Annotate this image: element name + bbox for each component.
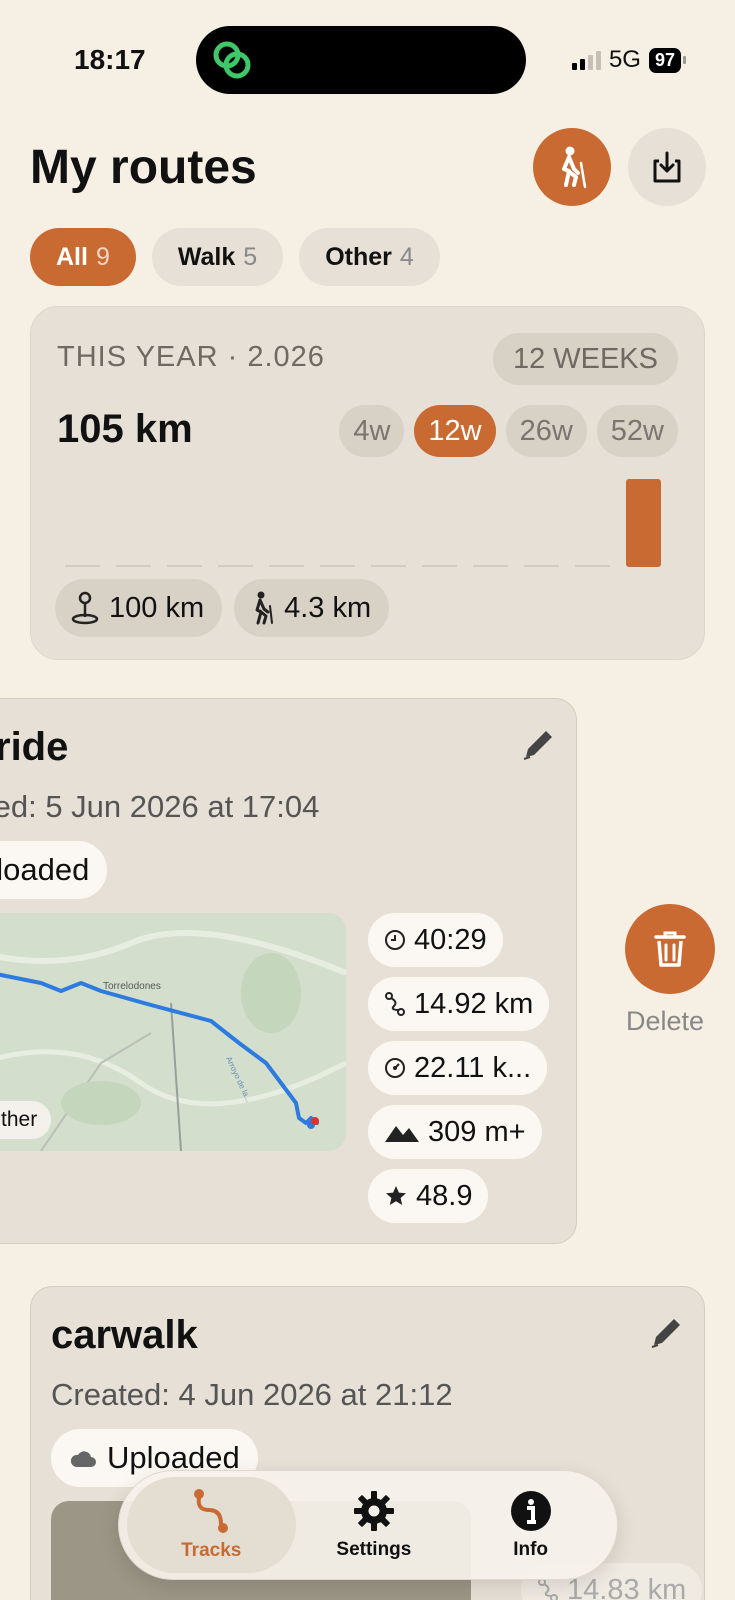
range-selector: 4w 12w 26w 52w [339,405,678,457]
pin-icon [71,591,99,625]
week-bar-empty [65,565,100,567]
filter-all[interactable]: All 9 [30,228,136,286]
week-bar [626,479,661,567]
week-bar-empty [473,565,508,567]
tab-bar: Tracks Settings Info [118,1470,618,1580]
filter-walk[interactable]: Walk 5 [151,228,284,286]
metric-value: 48.9 [416,1179,473,1212]
elevation-metric: 309 m+ [368,1105,542,1159]
filter-count: 4 [399,242,414,271]
mountain-icon [385,1126,419,1142]
filter-chips: All 9 Walk 5 Other 4 [30,228,440,286]
tab-label: Tracks [181,1540,242,1561]
metric-value: 14.92 km [414,987,534,1020]
filter-label: Other [325,242,392,271]
network-label: 5G [608,46,641,73]
route-name: ride [0,725,69,769]
week-bar-empty [575,565,610,567]
stats-card: THIS YEAR · 2.026 12 WEEKS 105 km 4w 12w… [30,306,705,660]
week-bar-empty [269,565,304,567]
tab-label: Settings [336,1539,412,1560]
walker-icon [255,591,274,625]
range-4w[interactable]: 4w [339,405,405,457]
filter-label: All [56,242,88,271]
range-52w[interactable]: 52w [596,405,678,457]
route-icon [538,1578,558,1600]
filter-count: 5 [243,242,258,271]
tab-settings[interactable]: Settings [296,1477,453,1573]
route-metrics: 40:29 14.92 km 22.11 k... 309 m+ 48.9 [368,913,550,1223]
weeks-badge: 12 WEEKS [492,333,678,385]
range-26w[interactable]: 26w [505,405,587,457]
week-bar-empty [320,565,355,567]
status-bar: 18:17 5G 97 [0,0,735,120]
route-icon [385,992,405,1016]
map-town-label: Torrelodones [103,981,161,992]
gear-icon [353,1491,394,1531]
tab-tracks[interactable]: Tracks [127,1477,296,1573]
route-map[interactable]: Torrelodones gar Arroyo de la... ther [0,913,346,1151]
stats-period: THIS YEAR · 2.026 [57,341,325,373]
filter-other[interactable]: Other 4 [299,228,440,286]
range-12w[interactable]: 12w [414,405,496,457]
week-bar-empty [116,565,151,567]
import-route-button[interactable] [628,128,706,206]
import-icon [653,151,681,183]
tab-label: Info [513,1539,549,1560]
delete-label: Delete [626,1006,705,1036]
cloud-icon [70,1451,96,1467]
route-name: carwalk [51,1313,198,1357]
route-created: ted: 5 Jun 2026 at 17:04 [0,789,320,824]
signal-icon [571,50,601,70]
trash-icon [654,931,686,967]
metric-value: 14.83 km [567,1573,687,1600]
delete-button[interactable] [625,904,715,994]
distance-metric: 14.92 km [368,977,550,1031]
tab-info[interactable]: Info [452,1477,609,1573]
filter-count: 9 [95,242,110,271]
edit-icon[interactable] [648,1315,684,1351]
page-title: My routes [30,141,257,194]
pill-value: 4.3 km [284,591,372,624]
tracks-icon [194,1489,229,1533]
dynamic-island [196,26,526,94]
metric-value: 40:29 [414,923,487,956]
weekly-distance-chart [65,479,661,567]
speed-metric: 22.11 k... [368,1041,548,1095]
map-type-chip: ther [0,1101,52,1139]
info-icon [510,1491,551,1531]
hiker-icon [562,146,587,189]
battery-level: 97 [648,47,687,73]
clock-icon [385,930,405,950]
total-distance-pill: 100 km [55,579,223,637]
app-activity-icon [213,41,251,79]
route-card[interactable]: ride ted: 5 Jun 2026 at 17:04 ploaded To… [0,698,577,1244]
status-indicators: 5G 97 [571,46,687,74]
stats-pills: 100 km 4.3 km [55,579,390,637]
metric-value: 309 m+ [428,1115,526,1148]
status-time: 18:17 [74,44,146,75]
star-icon [386,1186,406,1205]
upload-status-badge: ploaded [0,841,108,899]
duration-metric: 40:29 [368,913,503,967]
week-bar-empty [422,565,457,567]
week-bar-empty [167,565,202,567]
filter-label: Walk [177,242,236,271]
week-bar-empty [524,565,559,567]
stats-total-distance: 105 km [57,407,193,451]
metric-value: 22.11 k... [414,1051,532,1084]
week-bar-empty [371,565,406,567]
week-bar-empty [218,565,253,567]
route-created: Created: 4 Jun 2026 at 21:12 [51,1377,453,1412]
edit-icon[interactable] [520,727,556,763]
route-map-drawing: Torrelodones gar Arroyo de la... [0,913,346,1151]
walk-distance-pill: 4.3 km [234,579,390,637]
record-hike-button[interactable] [533,128,611,206]
pill-value: 100 km [109,591,205,624]
speed-icon [385,1058,405,1078]
score-metric: 48.9 [368,1169,489,1223]
